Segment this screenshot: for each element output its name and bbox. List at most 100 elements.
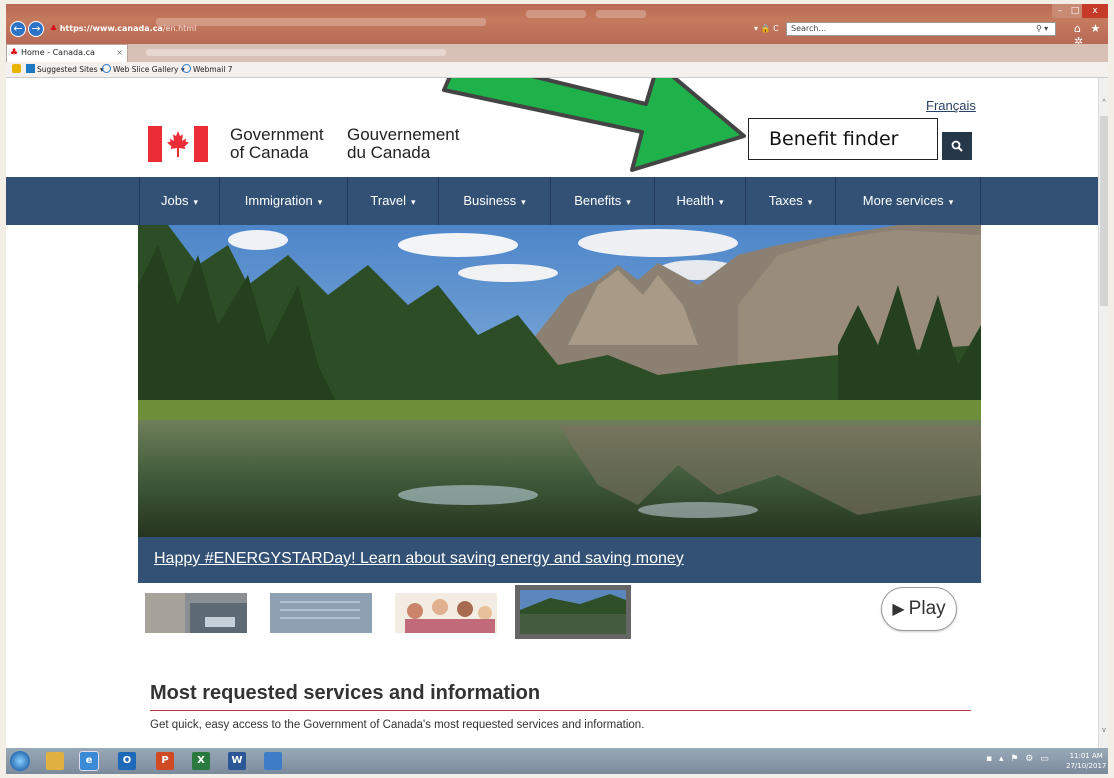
favorites-bar: Suggested Sites ▾ Web Slice Gallery ▾ We… (6, 62, 1108, 78)
menu-item-travel[interactable]: Travel ▾ (347, 177, 438, 225)
excel-icon[interactable]: X (192, 752, 210, 770)
section-description: Get quick, easy access to the Government… (150, 719, 645, 731)
address-path: /en.html (162, 24, 197, 33)
screenshot: ← → ♣ https://www.canada.ca/en.html ▾ 🔒 … (6, 4, 1108, 774)
windows-taskbar: e O P X W ▪ ▴ ⚑ ⚙ ▭ 11:01 AM 27/10/2017 (6, 748, 1108, 774)
hero-image[interactable] (138, 225, 981, 537)
wordmark-line: of Canada (230, 143, 309, 162)
menu-label: Immigration (244, 193, 313, 208)
menu-label: Taxes (768, 193, 803, 208)
menu-label: Health (676, 193, 715, 208)
favorite-label: Webmail 7 (193, 65, 233, 74)
carousel-thumbnail[interactable] (145, 593, 247, 633)
web-page: Français Government of Canada Gouverneme… (6, 78, 1108, 748)
address-bar[interactable]: ♣ https://www.canada.ca/en.html (50, 22, 750, 36)
chevron-down-icon: ▾ (411, 197, 416, 207)
section-title: Most requested services and information (150, 682, 541, 704)
maple-leaf-icon (167, 131, 189, 157)
hero-caption-link[interactable]: Happy #ENERGYSTARDay! Learn about saving… (154, 550, 684, 568)
ie-page-icon (102, 64, 111, 73)
menu-item-taxes[interactable]: Taxes ▾ (745, 177, 835, 225)
carousel-play-button[interactable]: ▶ Play (881, 587, 957, 631)
scroll-down-icon[interactable]: v (1099, 726, 1108, 736)
other-app-icon[interactable] (264, 752, 282, 770)
scrollbar-thumb[interactable] (1100, 116, 1108, 306)
menu-label: Travel (370, 193, 407, 208)
language-toggle-link[interactable]: Français (926, 98, 976, 113)
tab-close-icon[interactable]: × (116, 45, 123, 61)
chevron-down-icon: ▾ (719, 197, 724, 207)
back-button[interactable]: ← (10, 21, 26, 37)
menu-item-health[interactable]: Health ▾ (654, 177, 745, 225)
ie-page-icon (182, 64, 191, 73)
page-scrollbar[interactable]: ^ v (1098, 78, 1108, 748)
chevron-down-icon: ▾ (807, 197, 813, 207)
outlook-icon[interactable]: O (118, 752, 136, 770)
search-dropdown-icon[interactable]: ⚲ ▾ (1036, 22, 1048, 36)
browser-search-input[interactable]: Search... (786, 22, 1056, 36)
browser-titlebar: ← → ♣ https://www.canada.ca/en.html ▾ 🔒 … (6, 4, 1108, 48)
play-icon: ▶ (892, 601, 905, 618)
chevron-down-icon: ▾ (521, 197, 526, 207)
forward-button[interactable]: → (28, 21, 44, 37)
start-button[interactable] (10, 751, 30, 771)
blurred-menu (146, 49, 446, 56)
main-menu: Jobs ▾ Immigration ▾ Travel ▾ Business ▾ Ben… (6, 177, 1108, 225)
bing-icon (26, 64, 35, 73)
blurred-title (526, 10, 586, 18)
scroll-up-icon[interactable]: ^ (1099, 98, 1108, 108)
blurred-title (596, 10, 646, 18)
canada-favicon-icon: ♣ (50, 24, 58, 33)
hero-caption: Happy #ENERGYSTARDay! Learn about saving… (138, 537, 981, 583)
favorite-webmail[interactable]: Webmail 7 (182, 62, 233, 78)
carousel-thumbnail[interactable] (270, 593, 372, 633)
file-explorer-icon[interactable] (46, 752, 64, 770)
menu-item-jobs[interactable]: Jobs ▾ (139, 177, 219, 225)
word-icon[interactable]: W (228, 752, 246, 770)
menu-item-benefits[interactable]: Benefits ▾ (550, 177, 654, 225)
tab-home[interactable]: ♣ Home - Canada.ca × (6, 44, 128, 62)
favorites-star-icon[interactable] (12, 62, 23, 78)
search-button[interactable] (942, 132, 972, 160)
menu-label: Business (463, 193, 517, 208)
system-tray-icons[interactable]: ▪ ▴ ⚑ ⚙ ▭ (986, 754, 1051, 764)
chevron-down-icon: ▾ (317, 197, 323, 207)
menu-item-business[interactable]: Business ▾ (438, 177, 550, 225)
minimize-button[interactable]: – (1052, 4, 1068, 18)
wordmark-english: Government of Canada (230, 126, 324, 162)
annotation-arrow (442, 78, 746, 172)
tab-row: ♣ Home - Canada.ca × (6, 44, 1108, 62)
site-search: Benefit finder (748, 118, 972, 160)
taskbar-clock[interactable]: 11:01 AM 27/10/2017 (1066, 751, 1106, 771)
menu-label: Benefits (574, 193, 622, 208)
clock-time: 11:01 AM (1069, 752, 1103, 760)
carousel-thumbnail[interactable] (395, 593, 497, 633)
favorite-label: Web Slice Gallery ▾ (113, 65, 185, 74)
favorite-label: Suggested Sites ▾ (37, 65, 104, 74)
site-search-input[interactable]: Benefit finder (748, 118, 938, 160)
section-divider (150, 710, 971, 711)
search-icon (951, 140, 963, 152)
internet-explorer-icon[interactable]: e (79, 751, 99, 771)
carousel-thumbnails (138, 583, 981, 643)
favorite-suggested-sites[interactable]: Suggested Sites ▾ (26, 62, 104, 78)
menu-label: More services (862, 193, 944, 208)
wordmark-line: Government (230, 125, 324, 144)
favorite-web-slice-gallery[interactable]: Web Slice Gallery ▾ (102, 62, 185, 78)
tab-title: Home - Canada.ca (21, 48, 95, 57)
canada-flag-logo[interactable] (148, 126, 208, 162)
menu-label: Jobs (161, 193, 189, 208)
play-label: Play (908, 598, 946, 619)
close-button[interactable]: x (1082, 4, 1108, 18)
menu-item-more-services[interactable]: More services ▾ (835, 177, 981, 225)
chevron-down-icon: ▾ (948, 197, 954, 207)
chevron-down-icon: ▾ (626, 197, 631, 207)
carousel-thumbnail-active[interactable] (515, 585, 631, 639)
clock-date: 27/10/2017 (1066, 762, 1107, 770)
powerpoint-icon[interactable]: P (156, 752, 174, 770)
canada-favicon-icon: ♣ (10, 48, 19, 58)
chevron-down-icon: ▾ (193, 197, 198, 207)
address-controls[interactable]: ▾ 🔒 C (754, 22, 779, 36)
maximize-button[interactable]: □ (1068, 4, 1082, 18)
menu-item-immigration[interactable]: Immigration ▾ (219, 177, 347, 225)
